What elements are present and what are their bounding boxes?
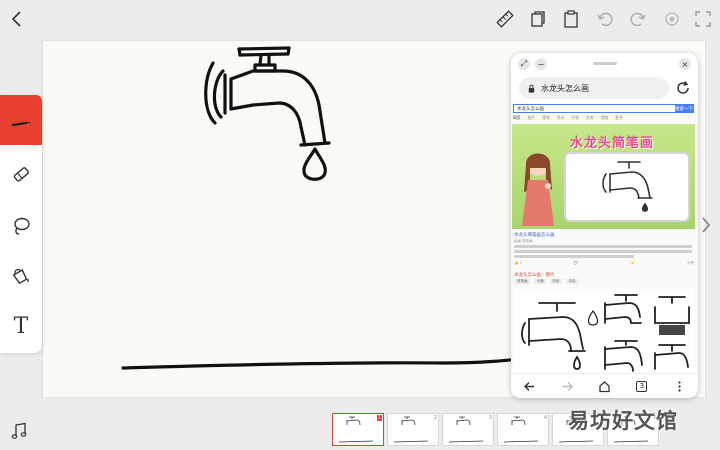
browser-titlebar[interactable]: ⤢ − × (511, 53, 698, 75)
thumbnail-preview (448, 416, 484, 443)
more-icon[interactable] (669, 376, 689, 396)
image-results-grid[interactable] (513, 289, 695, 373)
home-icon[interactable] (594, 376, 614, 396)
page-thumbnail[interactable]: 4 (497, 413, 549, 446)
thumbnail-preview (503, 416, 539, 443)
address-bar[interactable]: 水龙头怎么画 (519, 77, 669, 99)
result-tab[interactable]: 更多 (615, 115, 623, 121)
fill-bucket-tool-button[interactable] (0, 251, 42, 301)
girl-illustration (522, 153, 554, 226)
image-tag[interactable]: 彩色 (549, 279, 563, 284)
tab-count: 3 (636, 380, 648, 392)
result-snippet-line (514, 255, 634, 258)
result-snippet-line (514, 250, 692, 253)
address-text: 水龙头怎么画 (541, 83, 589, 93)
record-icon[interactable] (661, 8, 683, 30)
page-number: 2 (433, 415, 437, 421)
result-search-button[interactable]: 搜索一下 (675, 104, 693, 113)
eraser-icon (13, 167, 30, 182)
result-meta: 绘画·简笔画 (514, 239, 533, 243)
tool-panel: T (0, 95, 42, 353)
lasso-tool-button[interactable] (0, 201, 42, 251)
watermark-text: 易坊好文馆 (568, 409, 678, 433)
page-thumbnail[interactable]: 1 (332, 413, 384, 446)
ruler-icon[interactable] (494, 8, 516, 30)
lock-icon (528, 84, 535, 93)
pen-icon (11, 121, 31, 127)
hero-faucet-drawing (602, 161, 653, 212)
paste-icon[interactable] (560, 8, 582, 30)
text-tool-button[interactable]: T (0, 301, 42, 351)
image-tags: 简笔画 卡通 彩色 手绘 (514, 279, 579, 284)
favorite-icon[interactable]: ⭐ (630, 261, 634, 266)
page-thumbnail[interactable]: 2 (387, 413, 439, 446)
share-link[interactable]: 分享 (687, 261, 694, 266)
copy-icon[interactable] (527, 8, 549, 30)
watermark: 易坊好文馆 (568, 402, 718, 438)
browser-nav-bar: 3 (511, 373, 698, 398)
hero-image[interactable]: 水龙头简笔画 (512, 124, 695, 229)
result-search-query: 水龙头怎么画 (517, 106, 544, 112)
next-page-chevron-icon[interactable] (700, 216, 712, 234)
comment-icon[interactable]: 💬 (574, 261, 578, 266)
expand-icon[interactable]: ⤢ (518, 58, 530, 70)
floating-browser-window: ⤢ − × 水龙头怎么画 水龙头怎么画 搜索一下 网页 图片 视频 资讯 问答 … (511, 53, 698, 398)
back-arrow-icon[interactable] (520, 376, 540, 396)
lasso-icon (14, 217, 30, 235)
page-thumbnail[interactable]: 3 (442, 413, 494, 446)
drag-handle[interactable] (593, 62, 617, 65)
like-count[interactable]: 👍 9 (514, 261, 522, 266)
back-icon[interactable] (6, 8, 28, 30)
minimize-icon[interactable]: − (535, 58, 547, 70)
top-toolbar (0, 0, 720, 38)
close-icon[interactable]: × (679, 58, 691, 70)
image-tag[interactable]: 卡通 (533, 279, 547, 284)
fullscreen-icon[interactable] (692, 8, 714, 30)
result-title[interactable]: 水龙头简笔画怎么画 (514, 232, 555, 238)
eraser-tool-button[interactable] (0, 149, 42, 199)
image-tag[interactable]: 手绘 (565, 279, 579, 284)
undo-icon[interactable] (594, 8, 616, 30)
result-tab[interactable]: 图片 (528, 115, 536, 121)
result-tab[interactable]: 资讯 (557, 115, 565, 121)
result-tabs: 网页 图片 视频 资讯 问答 文库 地图 更多 (513, 115, 694, 121)
page-number: 4 (543, 415, 547, 421)
tabs-icon[interactable]: 3 (632, 376, 652, 396)
web-page[interactable]: 水龙头怎么画 搜索一下 网页 图片 视频 资讯 问答 文库 地图 更多 水龙头简… (511, 103, 698, 373)
result-tab[interactable]: 地图 (601, 115, 609, 121)
result-tab[interactable]: 视频 (542, 115, 550, 121)
reload-icon[interactable] (675, 80, 691, 96)
result-tab[interactable]: 问答 (571, 115, 579, 121)
hero-title: 水龙头简笔画 (570, 136, 655, 151)
pen-tool-button[interactable] (0, 95, 42, 145)
image-tag[interactable]: 简笔画 (514, 279, 531, 284)
page-number: 1 (376, 415, 382, 421)
image-results-title[interactable]: 水龙头怎么画 - 图片 (514, 272, 554, 278)
hero-whiteboard (564, 152, 690, 222)
forward-arrow-icon[interactable] (557, 376, 577, 396)
thumbnail-preview (393, 416, 429, 443)
result-tab[interactable]: 文库 (586, 115, 594, 121)
faucet-thumbnails (521, 294, 690, 372)
text-icon: T (13, 313, 29, 339)
result-search-bar[interactable]: 水龙头怎么画 搜索一下 (513, 104, 694, 113)
fill-bucket-icon (12, 268, 29, 285)
result-stats: 👍 9 💬 ⭐ 分享 (514, 261, 694, 266)
page-number: 3 (488, 415, 492, 421)
result-tab[interactable]: 网页 (513, 115, 521, 121)
music-icon[interactable] (10, 422, 28, 440)
result-snippet-line (514, 245, 692, 248)
redo-icon[interactable] (627, 8, 649, 30)
